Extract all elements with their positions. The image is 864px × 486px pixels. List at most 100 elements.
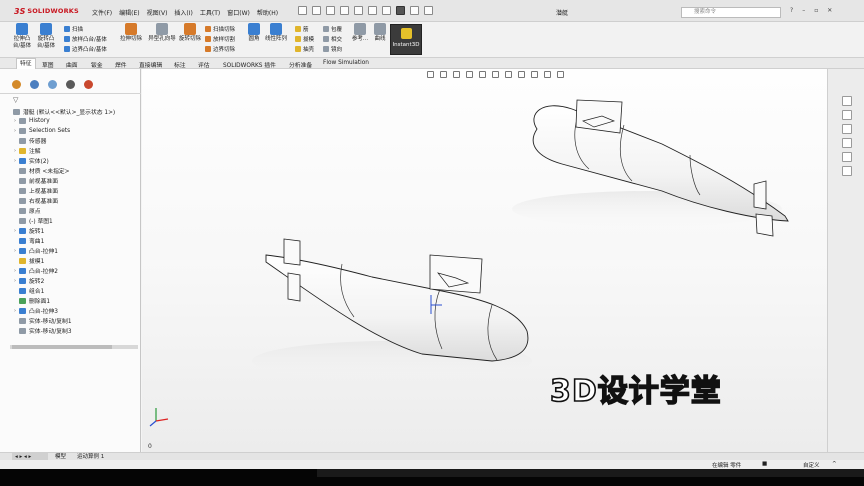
tab-features[interactable]: 特征 bbox=[16, 58, 36, 69]
loft-cut-button[interactable]: 放样切割 bbox=[205, 35, 235, 43]
tab-weldments[interactable]: 焊件 bbox=[115, 60, 127, 69]
tree-item-right-plane[interactable]: 右视基准面 bbox=[14, 196, 58, 205]
tree-item-delete-face1[interactable]: 删除面1 bbox=[14, 296, 50, 305]
tree-item-boss-extrude3[interactable]: › 凸台-拉伸3 bbox=[14, 306, 58, 315]
tree-item-selection-sets[interactable]: › Selection Sets bbox=[14, 126, 70, 135]
sweep-boss-button[interactable]: 扫描 bbox=[64, 25, 83, 33]
rebuild-icon[interactable] bbox=[396, 6, 405, 15]
draft-button[interactable]: 拔模 bbox=[295, 35, 314, 43]
close-button[interactable]: ✕ bbox=[827, 7, 832, 14]
tab-evaluate[interactable]: 评估 bbox=[198, 60, 210, 69]
tab-analysis-preparation[interactable]: 分析准备 bbox=[289, 60, 312, 69]
sweep-cut-button[interactable]: 扫描切除 bbox=[205, 25, 235, 33]
tree-item-revolve2[interactable]: › 旋转2 bbox=[14, 276, 44, 285]
appearances-icon[interactable] bbox=[842, 152, 852, 162]
intersect-button[interactable]: 相交 bbox=[323, 35, 342, 43]
status-icon[interactable]: ■ bbox=[762, 461, 767, 467]
restore-button[interactable]: ▫ bbox=[814, 7, 818, 14]
home-icon[interactable] bbox=[298, 6, 307, 15]
filter-icon[interactable]: ▽ bbox=[13, 96, 18, 104]
tree-item-history[interactable]: › History bbox=[14, 116, 50, 125]
reference-geometry-button[interactable]: 参考... bbox=[349, 23, 371, 43]
submarine-upper[interactable] bbox=[512, 99, 789, 237]
display-manager-icon[interactable] bbox=[84, 80, 93, 89]
menu-view[interactable]: 视图(V) bbox=[147, 8, 168, 17]
solidworks-logo[interactable]: 3S SOLIDWORKS bbox=[14, 6, 79, 16]
tree-item-boss-extrude2[interactable]: › 凸台-拉伸2 bbox=[14, 266, 58, 275]
menu-help[interactable]: 帮助(H) bbox=[257, 8, 278, 17]
tree-item-top-plane[interactable]: 上视基准面 bbox=[14, 186, 58, 195]
tree-item-sketch1[interactable]: (-) 草图1 bbox=[14, 216, 53, 225]
tree-item-annotations[interactable]: › 注解 bbox=[14, 146, 41, 155]
configuration-manager-icon[interactable] bbox=[48, 80, 57, 89]
help-icon[interactable]: ? bbox=[790, 7, 793, 14]
menu-tools[interactable]: 工具(T) bbox=[200, 8, 220, 17]
tree-item-label: 实体-移动/复制1 bbox=[29, 319, 72, 325]
custom-properties-icon[interactable] bbox=[842, 166, 852, 176]
boundary-boss-button[interactable]: 边界凸台/基体 bbox=[64, 45, 107, 53]
menu-file[interactable]: 文件(F) bbox=[92, 8, 112, 17]
file-explorer-icon[interactable] bbox=[842, 124, 852, 134]
select-icon[interactable] bbox=[382, 6, 391, 15]
revolve-cut-button[interactable]: 旋转切除 bbox=[179, 23, 201, 43]
save-icon[interactable] bbox=[340, 6, 349, 15]
boundary-cut-button[interactable]: 边界切除 bbox=[205, 45, 235, 53]
menu-window[interactable]: 窗口(W) bbox=[227, 8, 250, 17]
watermark-text: 3D设计学堂 bbox=[549, 373, 722, 410]
graphics-area[interactable]: 0 3D设计学堂 bbox=[142, 69, 827, 452]
tree-root[interactable]: 潜艇 (默认<<默认>_显示状态 1>) bbox=[13, 107, 115, 116]
tab-markup[interactable]: 标注 bbox=[174, 60, 186, 69]
tab-solidworks-addins[interactable]: SOLIDWORKS 插件 bbox=[223, 60, 276, 69]
tab-sketch[interactable]: 草图 bbox=[42, 60, 54, 69]
scrollbar-thumb[interactable] bbox=[12, 345, 112, 349]
extrude-boss-button[interactable]: 拉伸凸台/基体 bbox=[11, 23, 33, 49]
tree-item-material[interactable]: 材质 <未指定> bbox=[14, 166, 70, 175]
tab-flow-simulation[interactable]: Flow Simulation bbox=[323, 60, 369, 66]
shell-button[interactable]: 抽壳 bbox=[295, 45, 314, 53]
tree-item-draft1[interactable]: 拔模1 bbox=[14, 256, 44, 265]
options-gear-icon[interactable] bbox=[424, 6, 433, 15]
tree-item-front-plane[interactable]: 前视基准面 bbox=[14, 176, 58, 185]
rib-button[interactable]: 筋 bbox=[295, 25, 309, 33]
menu-insert[interactable]: 插入(I) bbox=[174, 8, 192, 17]
tree-item-sensors[interactable]: 传感器 bbox=[14, 136, 46, 145]
curves-button[interactable]: 曲线 bbox=[369, 23, 391, 43]
design-library-icon[interactable] bbox=[842, 110, 852, 120]
revolve-boss-button[interactable]: 旋转凸台/基体 bbox=[35, 23, 57, 49]
mirror-button[interactable]: 镜向 bbox=[323, 45, 342, 53]
file-properties-icon[interactable] bbox=[410, 6, 419, 15]
submarine-lower[interactable] bbox=[252, 238, 532, 381]
tree-item-solid-bodies[interactable]: › 实体(2) bbox=[14, 156, 49, 165]
wrap-button[interactable]: 包覆 bbox=[323, 25, 342, 33]
property-manager-icon[interactable] bbox=[30, 80, 39, 89]
tree-item-label: 弯曲1 bbox=[29, 239, 45, 245]
search-input[interactable]: 搜索命令 bbox=[681, 7, 781, 18]
tree-item-move-copy1[interactable]: 实体-移动/复制1 bbox=[14, 316, 72, 325]
tab-direct-editing[interactable]: 直接编辑 bbox=[139, 60, 162, 69]
tab-surfaces[interactable]: 曲面 bbox=[66, 60, 78, 69]
chevron-up-icon[interactable]: ^ bbox=[832, 461, 837, 467]
open-icon[interactable] bbox=[326, 6, 335, 15]
extrude-cut-button[interactable]: 拉伸切除 bbox=[120, 23, 142, 43]
tab-sheet-metal[interactable]: 钣金 bbox=[91, 60, 103, 69]
units-selector[interactable]: 自定义 bbox=[803, 461, 820, 469]
solidworks-resources-icon[interactable] bbox=[842, 96, 852, 106]
feature-manager-icon[interactable] bbox=[12, 80, 21, 89]
undo-icon[interactable] bbox=[368, 6, 377, 15]
linear-pattern-button[interactable]: 线性阵列 bbox=[262, 23, 290, 43]
instant3d-button[interactable]: Instant3D bbox=[390, 24, 422, 55]
new-document-icon[interactable] bbox=[312, 6, 321, 15]
menu-edit[interactable]: 编辑(E) bbox=[119, 8, 139, 17]
hole-wizard-button[interactable]: 异型孔向导 bbox=[147, 23, 177, 43]
minimize-button[interactable]: – bbox=[802, 7, 805, 14]
tree-item-combine1[interactable]: 组合1 bbox=[14, 286, 44, 295]
tree-item-boss-extrude1[interactable]: › 凸台-拉伸1 bbox=[14, 246, 58, 255]
dimxpert-icon[interactable] bbox=[66, 80, 75, 89]
print-icon[interactable] bbox=[354, 6, 363, 15]
tree-item-origin[interactable]: 原点 bbox=[14, 206, 41, 215]
tree-item-revolve1[interactable]: › 旋转1 bbox=[14, 226, 44, 235]
loft-boss-button[interactable]: 放样凸台/基体 bbox=[64, 35, 107, 43]
tree-item-move-copy3[interactable]: 实体-移动/复制3 bbox=[14, 326, 72, 335]
tree-item-flex1[interactable]: 弯曲1 bbox=[14, 236, 44, 245]
view-palette-icon[interactable] bbox=[842, 138, 852, 148]
